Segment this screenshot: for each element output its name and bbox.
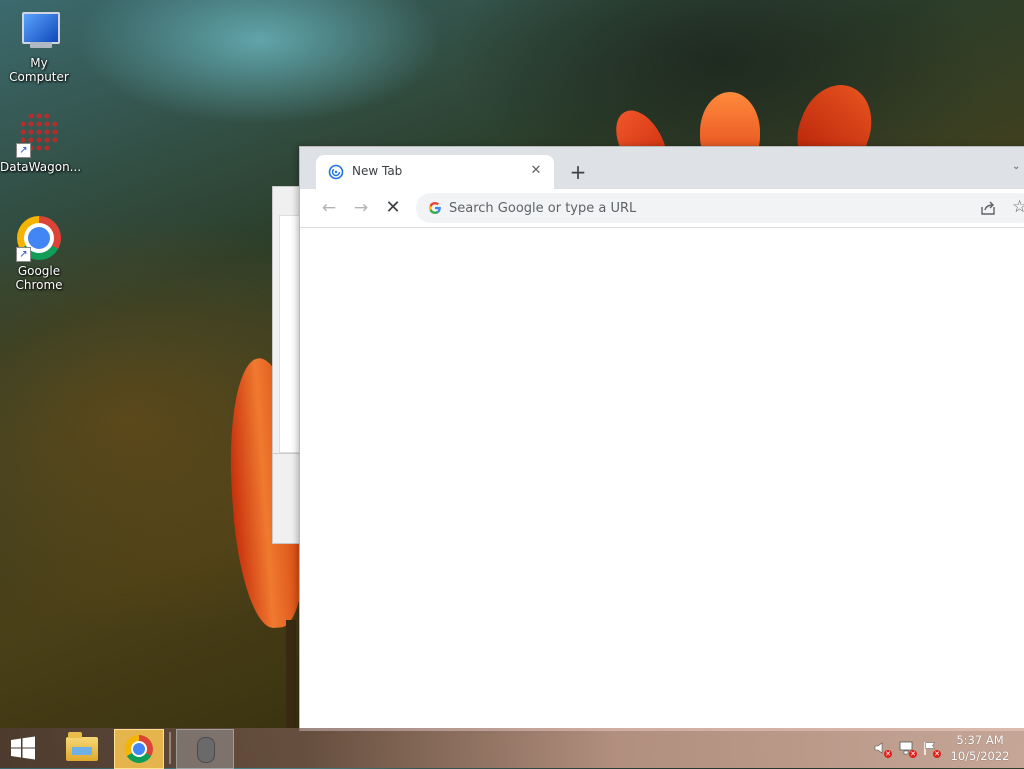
share-icon[interactable] [979,199,997,217]
start-button[interactable] [8,736,38,760]
shortcut-arrow-icon: ↗ [16,247,31,262]
desktop-icon-label: My Computer [9,56,69,84]
datawagon-icon: ↗ [16,112,62,158]
desktop-icon-label: DataWagon... [0,160,82,174]
desktop-icon-datawagon[interactable]: ↗ DataWagon... [0,112,82,174]
mouse-icon [197,737,215,763]
tab-search-chevron-icon[interactable]: ⌄ [1012,161,1024,177]
chrome-icon: ↗ [16,216,62,262]
clock-time: 5:37 AM [956,733,1004,747]
volume-muted-icon[interactable]: ✕ [873,740,892,758]
search-input[interactable] [449,193,889,223]
wallpaper-stem [286,620,296,728]
tab-close-button[interactable]: ✕ [526,161,546,181]
google-g-icon [428,201,441,215]
taskbar-mouse[interactable] [176,729,234,769]
browser-toolbar: ← → ✕ ☆ [300,189,1024,228]
taskbar-file-explorer[interactable] [58,729,106,767]
bookmark-star-icon[interactable]: ☆ [1012,197,1024,217]
system-clock[interactable]: 5:37 AM 10/5/2022 [948,732,1012,764]
back-button[interactable]: ← [316,195,342,221]
new-tab-button[interactable]: + [564,159,592,187]
desktop-icon-my-computer[interactable]: My Computer [0,8,78,84]
taskbar-google-chrome[interactable] [114,729,164,769]
desktop-icon-google-chrome[interactable]: ↗ Google Chrome [0,216,78,292]
network-disconnected-icon[interactable]: ✕ [898,740,917,758]
browser-window[interactable]: New Tab ✕ + ⌄ ← → ✕ ☆ [299,146,1024,731]
computer-icon [16,8,62,54]
action-center-flag-icon[interactable]: ✕ [922,740,941,758]
address-bar[interactable]: ☆ [416,193,1024,223]
page-content [300,228,1024,731]
clock-date: 10/5/2022 [950,749,1010,763]
loading-favicon-icon [328,164,344,180]
chrome-icon [125,735,153,763]
shortcut-arrow-icon: ↗ [16,143,31,158]
stop-loading-button[interactable]: ✕ [380,195,406,221]
desktop-icon-label: Google Chrome [15,264,63,292]
file-explorer-icon [66,732,98,761]
forward-button[interactable]: → [348,195,374,221]
tab-strip: New Tab ✕ + ⌄ [300,147,1024,189]
tab-title: New Tab [352,164,403,178]
taskbar-separator [169,732,171,764]
tab-new-tab[interactable]: New Tab ✕ [316,155,554,189]
taskbar: ✕ ✕ ✕ 5:37 AM 10/5/2022 [0,728,1024,769]
